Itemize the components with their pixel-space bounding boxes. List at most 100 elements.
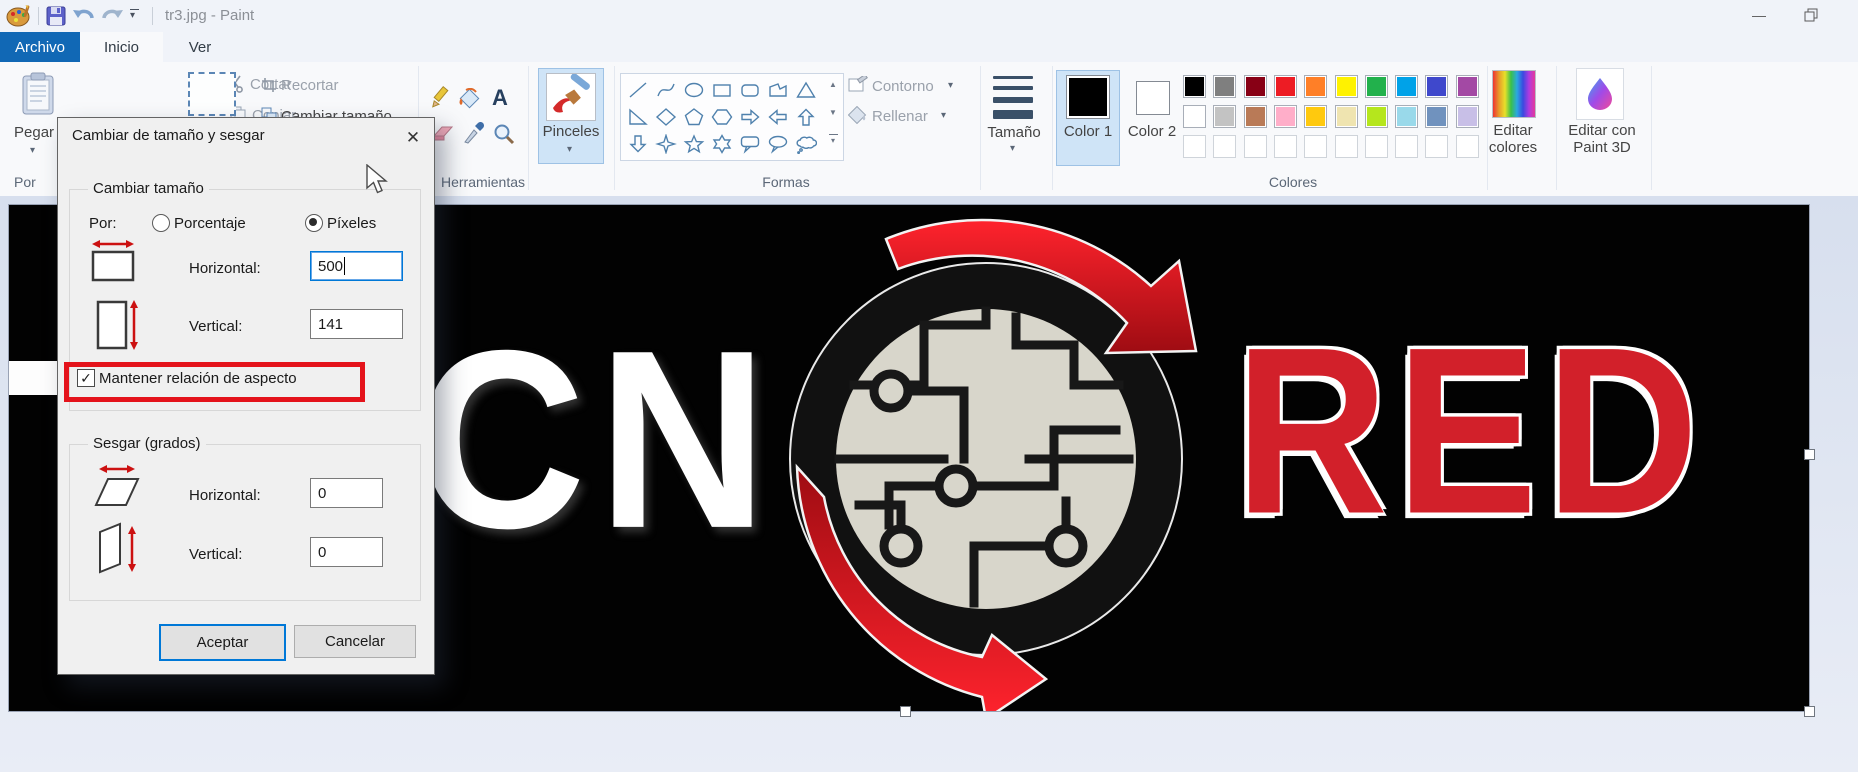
color2-button[interactable]: Color 2 <box>1122 70 1182 166</box>
edit-colors-button[interactable]: Editar colores <box>1472 122 1554 156</box>
select-tool-icon[interactable] <box>188 72 236 116</box>
size-label[interactable]: Tamaño <box>975 124 1053 141</box>
shape-arrow-right-icon[interactable] <box>736 103 764 130</box>
palette-color-cell[interactable] <box>1334 105 1358 128</box>
shape-line-icon[interactable] <box>624 76 652 103</box>
shape-curve-icon[interactable] <box>652 76 680 103</box>
shape-diamond-icon[interactable] <box>652 103 680 130</box>
close-icon[interactable]: ✕ <box>399 125 427 151</box>
undo-icon[interactable] <box>72 6 96 31</box>
paste-label[interactable]: Pegar <box>14 124 54 141</box>
palette-color-cell[interactable] <box>1213 75 1237 98</box>
palette-empty-cell[interactable] <box>1304 135 1328 158</box>
palette-color-cell[interactable] <box>1304 75 1328 98</box>
palette-color-cell[interactable] <box>1455 75 1479 98</box>
vertical-input[interactable]: 141 <box>310 309 403 339</box>
palette-color-cell[interactable] <box>1183 75 1206 98</box>
pencil-icon[interactable] <box>430 86 452 113</box>
palette-color-cell[interactable] <box>1425 105 1449 128</box>
magnifier-icon[interactable] <box>493 123 515 150</box>
crop-icon[interactable] <box>261 77 277 98</box>
palette-empty-cell[interactable] <box>1273 135 1297 158</box>
shapes-scroll-down-icon[interactable]: ▼ <box>825 108 841 118</box>
radio-porcentaje[interactable] <box>152 214 170 232</box>
palette-empty-cell[interactable] <box>1395 135 1419 158</box>
size-dropdown-icon[interactable]: ▾ <box>1010 144 1015 154</box>
shape-triangle-icon[interactable] <box>792 76 820 103</box>
shapes-more-icon[interactable]: ▾ <box>825 134 841 146</box>
outline-dropdown-icon[interactable]: ▾ <box>948 81 953 91</box>
shape-right-triangle-icon[interactable] <box>624 103 652 130</box>
shape-star-6-icon[interactable] <box>708 130 736 157</box>
palette-color-cell[interactable] <box>1243 75 1267 98</box>
shape-rounded-rectangle-icon[interactable] <box>736 76 764 103</box>
crop-label[interactable]: Recortar <box>281 77 339 94</box>
palette-empty-cell[interactable] <box>1334 135 1358 158</box>
shape-callout-cloud-icon[interactable] <box>792 130 820 157</box>
skew-vertical-input[interactable]: 0 <box>310 537 383 567</box>
shape-arrow-up-icon[interactable] <box>792 103 820 130</box>
resize-handle-bottom[interactable] <box>900 706 911 717</box>
palette-color-cell[interactable] <box>1213 105 1237 128</box>
save-icon[interactable] <box>46 6 66 31</box>
color1-button[interactable]: Color 1 <box>1056 70 1120 166</box>
palette-empty-cell[interactable] <box>1364 135 1388 158</box>
radio-pixeles[interactable] <box>305 214 323 232</box>
shape-polygon-icon[interactable] <box>764 76 792 103</box>
shape-hexagon-icon[interactable] <box>708 103 736 130</box>
shape-arrow-down-icon[interactable] <box>624 130 652 157</box>
resize-handle-right[interactable] <box>1804 449 1815 460</box>
palette-color-cell[interactable] <box>1243 105 1267 128</box>
cancel-button[interactable]: Cancelar <box>294 625 416 658</box>
palette-color-cell[interactable] <box>1395 75 1419 98</box>
shape-ellipse-icon[interactable] <box>680 76 708 103</box>
skew-horizontal-input[interactable]: 0 <box>310 478 383 508</box>
resize-handle-corner[interactable] <box>1804 706 1815 717</box>
fill-icon[interactable] <box>458 87 482 115</box>
palette-color-cell[interactable] <box>1364 105 1388 128</box>
radio-pixeles-label[interactable]: Píxeles <box>327 215 376 232</box>
palette-color-cell[interactable] <box>1273 105 1297 128</box>
palette-empty-cell[interactable] <box>1183 135 1206 158</box>
tab-archivo[interactable]: Archivo <box>0 32 80 62</box>
tab-ver[interactable]: Ver <box>163 32 237 62</box>
horizontal-input[interactable]: 500 <box>310 251 403 281</box>
restore-button[interactable] <box>1788 0 1834 30</box>
radio-porcentaje-label[interactable]: Porcentaje <box>174 215 246 232</box>
fill-shape-label[interactable]: Rellenar <box>872 108 928 125</box>
palette-color-cell[interactable] <box>1395 105 1419 128</box>
shapes-scroll-up-icon[interactable]: ▲ <box>825 80 841 90</box>
ok-button[interactable]: Aceptar <box>159 624 286 661</box>
paste-dropdown-icon[interactable]: ▾ <box>30 146 35 156</box>
palette-empty-cell[interactable] <box>1243 135 1267 158</box>
fill-shape-icon[interactable] <box>847 105 868 129</box>
palette-color-cell[interactable] <box>1364 75 1388 98</box>
outline-icon[interactable] <box>848 73 868 99</box>
palette-color-cell[interactable] <box>1183 105 1206 128</box>
brushes-button[interactable]: Pinceles ▾ <box>538 68 604 164</box>
palette-color-cell[interactable] <box>1273 75 1297 98</box>
shape-callout-rounded-icon[interactable] <box>736 130 764 157</box>
fill-dropdown-icon[interactable]: ▾ <box>941 111 946 121</box>
text-tool-icon[interactable]: A <box>492 85 508 111</box>
palette-color-cell[interactable] <box>1334 75 1358 98</box>
paste-icon[interactable] <box>18 70 58 118</box>
eyedropper-icon[interactable] <box>463 121 485 149</box>
eraser-icon[interactable] <box>432 124 454 147</box>
qat-customize-icon[interactable]: ▾ <box>130 9 139 21</box>
tab-inicio[interactable]: Inicio <box>80 32 163 62</box>
shape-rectangle-icon[interactable] <box>708 76 736 103</box>
palette-color-cell[interactable] <box>1425 75 1449 98</box>
shape-star-5-icon[interactable] <box>680 130 708 157</box>
shape-pentagon-icon[interactable] <box>680 103 708 130</box>
edit-paint3d-button[interactable]: Editar con Paint 3D <box>1560 122 1644 156</box>
shape-arrow-left-icon[interactable] <box>764 103 792 130</box>
outline-label[interactable]: Contorno <box>872 78 934 95</box>
shape-star-4-icon[interactable] <box>652 130 680 157</box>
redo-icon[interactable] <box>100 6 124 31</box>
palette-empty-cell[interactable] <box>1213 135 1237 158</box>
palette-color-cell[interactable] <box>1304 105 1328 128</box>
minimize-button[interactable]: — <box>1736 0 1782 30</box>
palette-empty-cell[interactable] <box>1425 135 1449 158</box>
shape-callout-oval-icon[interactable] <box>764 130 792 157</box>
